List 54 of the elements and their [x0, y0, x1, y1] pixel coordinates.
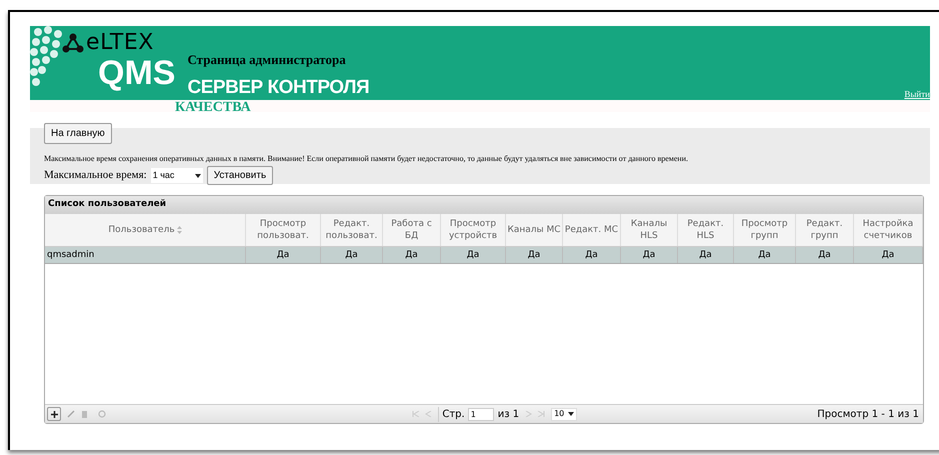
- column-header[interactable]: Каналы MC: [506, 214, 563, 246]
- table-cell: Да: [506, 247, 563, 263]
- column-header[interactable]: Редакт. MC: [563, 214, 621, 246]
- dropdown-arrow-icon: [194, 174, 201, 178]
- table-row[interactable]: qmsadmin Да Да Да Да Да Да Да Да Да Да Да: [45, 247, 923, 264]
- column-header[interactable]: Настройка счетчиков: [854, 214, 923, 246]
- table-cell: Да: [441, 247, 506, 263]
- set-button[interactable]: Установить: [206, 166, 274, 185]
- page-input[interactable]: 1: [468, 408, 494, 420]
- table-cell: Да: [854, 247, 923, 263]
- table-cell: Да: [563, 247, 621, 263]
- grid-caption: Список пользователей: [48, 198, 166, 212]
- logout-link[interactable]: Выйти: [904, 88, 930, 101]
- table-cell: Да: [734, 247, 796, 263]
- next-page-icon[interactable]: [525, 411, 534, 417]
- brand-name: eLTEX: [86, 32, 154, 54]
- table-cell: Да: [678, 247, 734, 263]
- time-select[interactable]: 1 час: [150, 168, 203, 183]
- product-name: QMS: [98, 56, 176, 90]
- max-time-label: Максимальное время:: [44, 168, 147, 184]
- first-page-icon[interactable]: [412, 411, 420, 417]
- column-header[interactable]: Редакт. HLS: [678, 214, 734, 246]
- table-cell: Да: [796, 247, 854, 263]
- column-header[interactable]: Каналы HLS: [621, 214, 678, 246]
- table-cell: Да: [621, 247, 678, 263]
- plus-icon: [50, 410, 58, 418]
- table-cell: Да: [383, 247, 441, 263]
- table-cell: Да: [321, 247, 383, 263]
- dropdown-arrow-icon: [568, 412, 574, 416]
- previous-page-icon[interactable]: [424, 411, 432, 417]
- records-summary: Просмотр 1 - 1 из 1: [817, 408, 919, 422]
- page-count: из 1: [498, 408, 520, 422]
- title-line: КАЧЕСТВА: [175, 100, 252, 115]
- network-nodes-icon: [62, 33, 84, 53]
- column-header[interactable]: Просмотр пользоват.: [246, 214, 321, 246]
- settings-note: Максимальное время сохранения оперативных данных в памяти. Внимание! Если оперативной памяти будет недостаточно, то данные будут удаляться вне зависимости от данного времени.: [44, 154, 689, 164]
- column-header[interactable]: Просмотр устройств: [441, 214, 506, 246]
- page-size-select[interactable]: 10: [551, 408, 578, 420]
- table-cell: qmsadmin: [45, 247, 246, 263]
- home-button[interactable]: На главную: [44, 123, 112, 144]
- table-cell: Да: [246, 247, 321, 263]
- column-header[interactable]: Работа с БД: [383, 214, 441, 246]
- page-label: Стр.: [438, 406, 465, 422]
- column-header[interactable]: Пользователь: [45, 214, 246, 246]
- add-button[interactable]: [47, 407, 61, 421]
- column-header[interactable]: Просмотр групп: [734, 214, 796, 246]
- pencil-icon[interactable]: [67, 410, 75, 418]
- column-header[interactable]: Редакт. пользоват.: [321, 214, 383, 246]
- last-page-icon[interactable]: [537, 411, 546, 417]
- title-line: СЕРВЕР КОНТРОЛЯ: [187, 78, 370, 96]
- trash-icon[interactable]: [81, 410, 88, 418]
- page-subtitle: Страница администратора: [187, 51, 347, 69]
- refresh-icon[interactable]: [98, 410, 106, 418]
- column-header[interactable]: Редакт. групп: [796, 214, 854, 246]
